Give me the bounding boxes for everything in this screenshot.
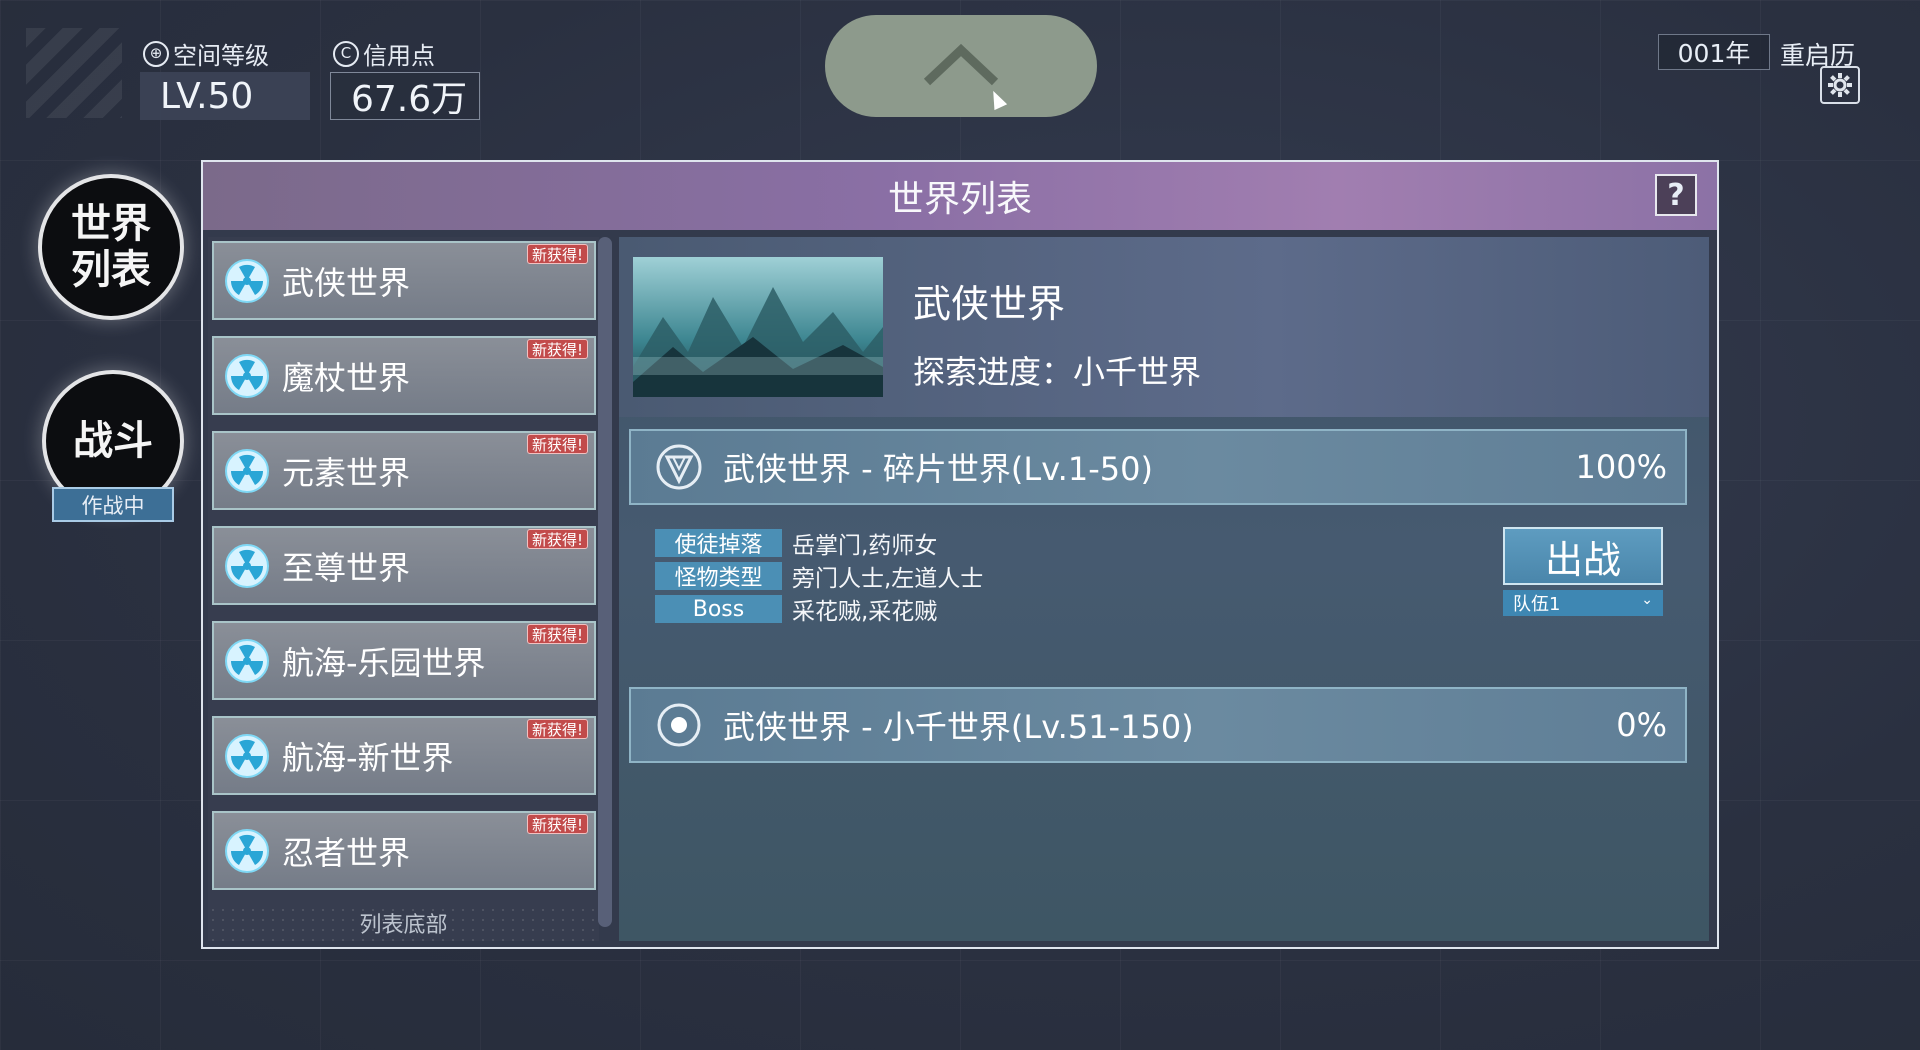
stage-title: 武侠世界 - 碎片世界(Lv.1-50) (723, 450, 1153, 488)
logo-stripes (26, 28, 122, 118)
info-row: 使徒掉落 岳掌门,药师女 (655, 527, 983, 559)
year-display: 001年 (1658, 34, 1770, 70)
credit-text: 信用点 (363, 42, 435, 70)
team-select-value: 队伍1 (1513, 594, 1561, 615)
team-select[interactable]: 队伍1 ⌄ (1503, 590, 1663, 616)
world-item[interactable]: 魔杖世界 新获得! (212, 336, 596, 415)
misty-mountains-image (633, 257, 883, 397)
list-footer: 列表底部 (208, 905, 599, 941)
stage-percent: 0% (1616, 706, 1667, 744)
world-name: 武侠世界 (282, 263, 411, 302)
stage-row-fragment[interactable]: 武侠世界 - 碎片世界(Lv.1-50) 100% (629, 429, 1687, 505)
world-list-scrollbar[interactable] (598, 237, 612, 927)
stage-row-small-world[interactable]: 武侠世界 - 小千世界(Lv.51-150) 0% (629, 687, 1687, 763)
deploy-button[interactable]: 出战 (1503, 527, 1663, 585)
battle-status-badge: 作战中 (52, 487, 174, 522)
space-level-text: 空间等级 (173, 42, 269, 70)
panel-title: 世界列表 (887, 179, 1032, 220)
info-tag: 怪物类型 (655, 562, 782, 591)
info-value: 岳掌门,药师女 (792, 533, 938, 559)
radiation-icon (225, 543, 269, 588)
world-item[interactable]: 航海-乐园世界 新获得! (212, 621, 596, 700)
info-tag: Boss (655, 595, 782, 623)
radio-dot-icon (657, 703, 701, 747)
world-item[interactable]: 忍者世界 新获得! (212, 811, 596, 890)
info-row: Boss 采花贼,采花贼 (655, 593, 983, 625)
credit-value: 67.6万 (330, 72, 480, 120)
world-name: 忍者世界 (282, 833, 411, 872)
shield-emblem-icon (656, 444, 702, 490)
world-list-nav-button[interactable]: 世界 列表 (42, 178, 180, 316)
battle-nav-label: 战斗 (73, 418, 153, 464)
stage-title: 武侠世界 - 小千世界(Lv.51-150) (723, 708, 1194, 746)
credit-icon: C (333, 40, 359, 67)
info-row: 怪物类型 旁门人士,左道人士 (655, 560, 983, 592)
radiation-icon (225, 258, 269, 303)
world-item[interactable]: 至尊世界 新获得! (212, 526, 596, 605)
world-name: 航海-乐园世界 (282, 643, 486, 682)
radiation-icon (225, 733, 269, 778)
chevron-up-icon (923, 43, 999, 86)
new-badge: 新获得! (526, 244, 588, 264)
new-badge: 新获得! (526, 814, 588, 834)
world-detail: 武侠世界 探索进度：小千世界 武侠世界 - 碎片世界(Lv.1-50) 100%… (619, 237, 1709, 941)
new-badge: 新获得! (526, 434, 588, 454)
info-tag: 使徒掉落 (655, 529, 782, 558)
world-thumbnail (633, 257, 883, 397)
info-value: 采花贼,采花贼 (792, 599, 938, 625)
radiation-icon (225, 353, 269, 398)
world-name: 至尊世界 (282, 548, 411, 587)
world-list-nav-label: 世界 列表 (71, 201, 151, 293)
world-name: 魔杖世界 (282, 358, 411, 397)
collapse-toggle-button[interactable] (825, 15, 1097, 117)
new-badge: 新获得! (526, 624, 588, 644)
help-button[interactable]: ? (1655, 174, 1697, 216)
radiation-icon (225, 828, 269, 873)
world-item[interactable]: 航海-新世界 新获得! (212, 716, 596, 795)
new-badge: 新获得! (526, 529, 588, 549)
world-name: 元素世界 (282, 453, 411, 492)
radiation-icon (225, 448, 269, 493)
game-screen: ⊕ 空间等级 LV.50 C 信用点 67.6万 001年 重启历 世界 列表 … (0, 0, 1920, 1050)
world-item[interactable]: 武侠世界 新获得! (212, 241, 596, 320)
credit-label: C 信用点 (333, 36, 435, 71)
globe-icon: ⊕ (143, 40, 169, 67)
space-level-label: ⊕ 空间等级 (143, 36, 269, 71)
new-badge: 新获得! (526, 339, 588, 359)
stage-percent: 100% (1575, 448, 1667, 486)
radiation-icon (225, 638, 269, 683)
chevron-down-icon: ⌄ (1641, 592, 1653, 608)
world-name: 航海-新世界 (282, 738, 454, 777)
settings-button[interactable] (1820, 66, 1860, 104)
world-list: 武侠世界 新获得! 魔杖世界 新获得! 元素世界 新获得! 至尊世界 新获得! … (208, 237, 599, 941)
stage-info: 使徒掉落 岳掌门,药师女 怪物类型 旁门人士,左道人士 Boss 采花贼,采花贼 (655, 527, 983, 626)
world-item[interactable]: 元素世界 新获得! (212, 431, 596, 510)
exploration-progress: 探索进度：小千世界 (913, 353, 1202, 391)
detail-world-name: 武侠世界 (913, 282, 1066, 326)
gear-icon (1828, 73, 1852, 97)
space-level-value: LV.50 (140, 72, 310, 120)
new-badge: 新获得! (526, 719, 588, 739)
world-list-panel: 世界列表 ? 武侠世界 新获得! 魔杖世界 新获得! 元素世界 新获得! 至尊世… (201, 160, 1719, 949)
info-value: 旁门人士,左道人士 (792, 566, 984, 592)
